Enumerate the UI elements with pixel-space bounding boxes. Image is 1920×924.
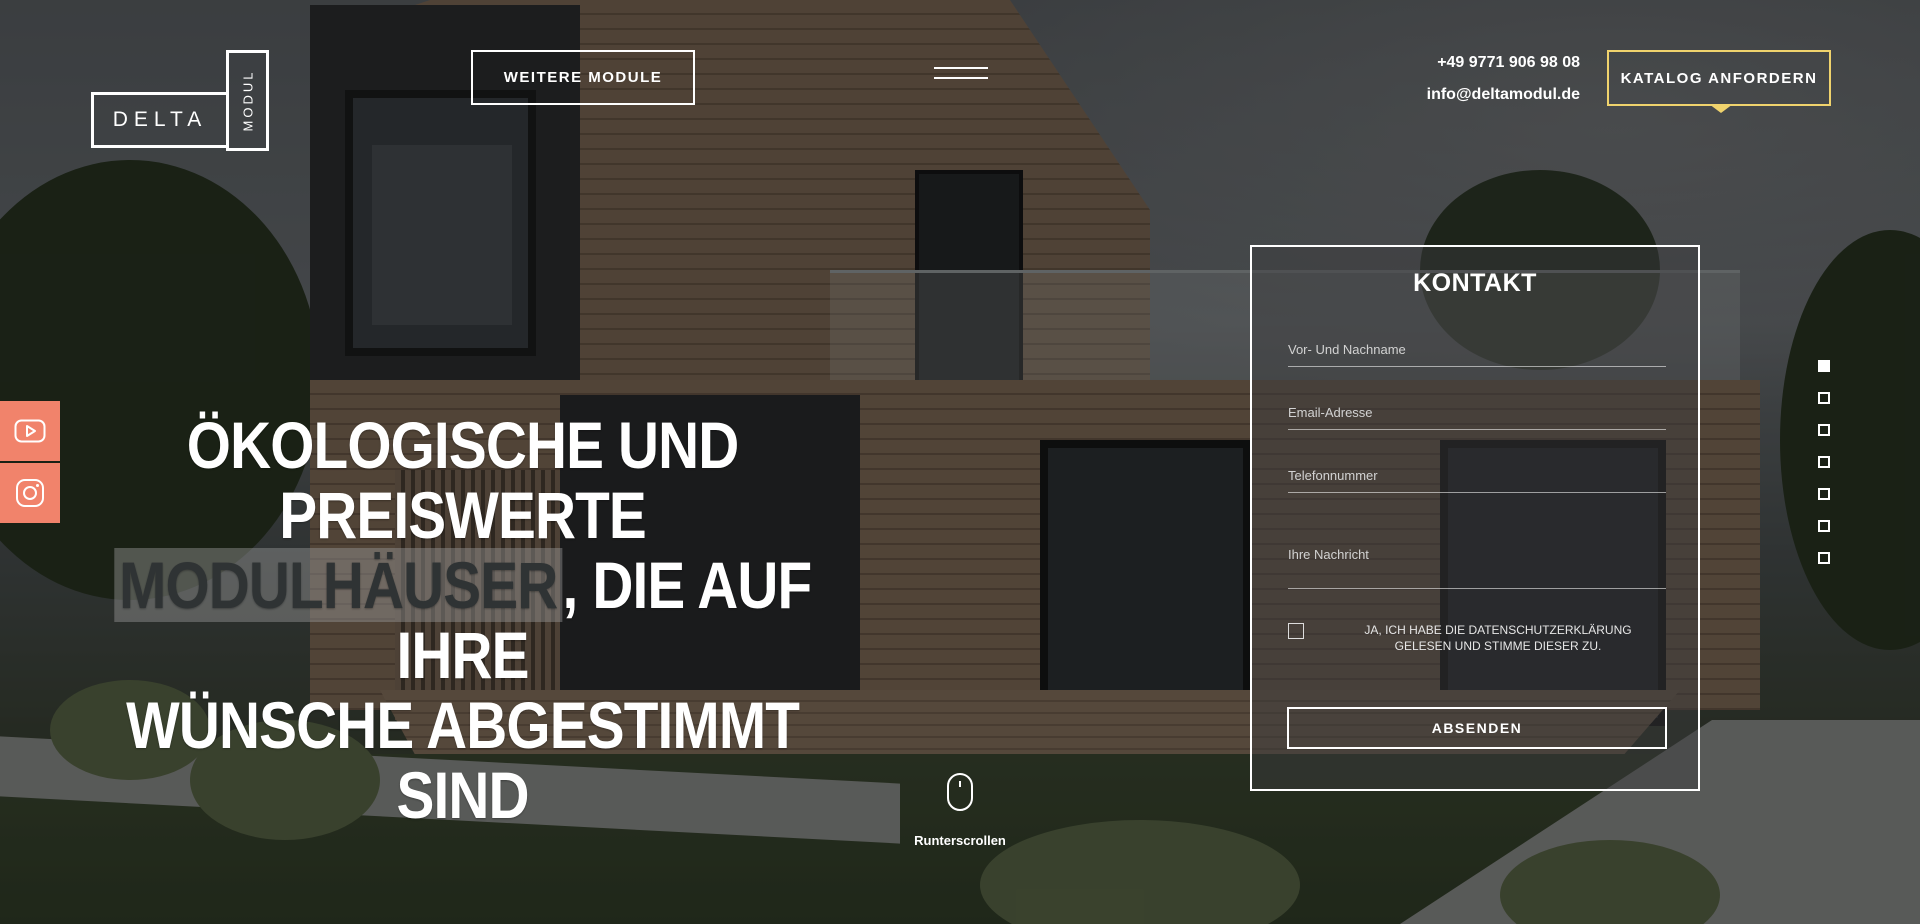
- contact-form: KONTAKT Vor- Und Nachname Email-Adresse …: [1250, 245, 1700, 791]
- scroll-mouse-icon[interactable]: [947, 773, 973, 811]
- slide-dot-1[interactable]: [1818, 360, 1830, 372]
- slide-dot-2[interactable]: [1818, 392, 1830, 404]
- hamburger-bar: [934, 77, 988, 79]
- message-field[interactable]: Ihre Nachricht: [1288, 547, 1666, 589]
- slide-pagination: [1818, 360, 1830, 584]
- form-title: KONTAKT: [1413, 269, 1537, 297]
- scroll-down-label[interactable]: Runterscrollen: [900, 833, 1020, 848]
- hero-line-3: WÜNSCHE ABGESTIMMT SIND: [126, 688, 800, 832]
- menu-hamburger-icon[interactable]: [934, 67, 988, 83]
- hero-line-2: MODULHÄUSER, DIE AUF IHRE: [110, 548, 815, 690]
- more-modules-button[interactable]: WEITERE MODULE: [471, 50, 695, 105]
- email-link[interactable]: info@deltamodul.de: [1380, 86, 1580, 104]
- slide-dot-5[interactable]: [1818, 488, 1830, 500]
- logo-side-text: MODUL: [240, 69, 256, 132]
- instagram-icon: [16, 479, 44, 507]
- slide-dot-6[interactable]: [1818, 520, 1830, 532]
- request-catalog-button[interactable]: KATALOG ANFORDERN: [1607, 50, 1831, 113]
- hero-line-1: ÖKOLOGISCHE UND PREISWERTE: [186, 408, 739, 552]
- consent-label: JA, ICH HABE DIE DATENSCHUTZERKLÄRUNG GE…: [1364, 623, 1632, 653]
- submit-button[interactable]: ABSENDEN: [1287, 707, 1667, 749]
- phone-field[interactable]: Telefonnummer: [1288, 468, 1666, 493]
- hero-heading: ÖKOLOGISCHE UND PREISWERTE MODULHÄUSER, …: [110, 410, 815, 830]
- logo-main-text: DELTA: [91, 92, 229, 148]
- instagram-button[interactable]: [0, 463, 60, 523]
- slide-dot-4[interactable]: [1818, 456, 1830, 468]
- name-field[interactable]: Vor- Und Nachname: [1288, 342, 1666, 367]
- consent-checkbox[interactable]: [1288, 623, 1304, 639]
- hero-highlight: MODULHÄUSER: [113, 548, 563, 622]
- slide-dot-7[interactable]: [1818, 552, 1830, 564]
- slide-dot-3[interactable]: [1818, 424, 1830, 436]
- youtube-button[interactable]: [0, 401, 60, 461]
- hamburger-bar: [934, 67, 988, 69]
- email-field[interactable]: Email-Adresse: [1288, 405, 1666, 430]
- header-contact: +49 9771 906 98 08 info@deltamodul.de: [1380, 54, 1580, 118]
- logo-side-box: MODUL: [226, 50, 269, 151]
- youtube-icon: [14, 419, 46, 443]
- phone-link[interactable]: +49 9771 906 98 08: [1380, 54, 1580, 72]
- site-logo[interactable]: DELTA MODUL: [91, 50, 269, 151]
